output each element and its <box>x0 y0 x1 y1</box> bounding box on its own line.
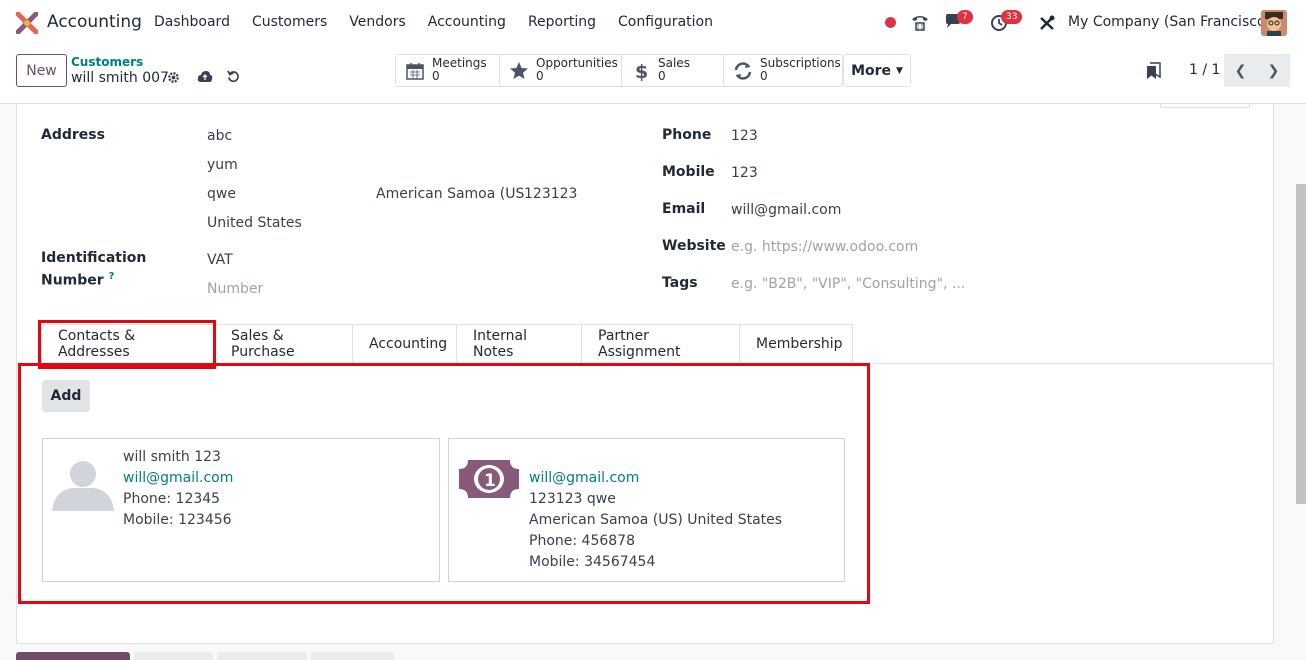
breadcrumb-current: will smith 007 <box>71 70 169 86</box>
bookmark-icon[interactable] <box>1146 62 1161 80</box>
tab-internal-notes[interactable]: Internal Notes <box>457 324 582 364</box>
discard-undo-icon[interactable] <box>227 70 240 83</box>
meetings-label: Meetings <box>432 56 487 70</box>
star-icon <box>510 62 528 79</box>
subscriptions-label: Subscriptions <box>760 56 841 70</box>
phone-icon[interactable] <box>910 12 930 32</box>
pager-next-button[interactable]: ❯ <box>1257 54 1290 87</box>
gear-icon[interactable] <box>167 71 180 84</box>
menu-customers[interactable]: Customers <box>252 14 327 30</box>
pager-value[interactable]: 1 / 1 <box>1189 62 1220 78</box>
menu-vendors[interactable]: Vendors <box>349 14 405 30</box>
tags-label: Tags <box>662 275 698 291</box>
control-panel: New Customers will smith 007 Meetings 0 <box>0 46 1306 104</box>
sales-button[interactable]: $ Sales 0 <box>622 55 724 86</box>
highlight-contacts-box <box>18 363 870 604</box>
help-tooltip-icon[interactable]: ? <box>109 271 115 282</box>
cloud-upload-icon[interactable] <box>197 70 213 83</box>
sales-label: Sales <box>658 56 690 70</box>
website-input[interactable]: e.g. https://www.odoo.com <box>731 239 918 255</box>
menu-dashboard[interactable]: Dashboard <box>154 14 230 30</box>
city-field[interactable]: qwe <box>207 186 236 202</box>
top-navbar: Accounting Dashboard Customers Vendors A… <box>0 0 1306 46</box>
main-menu: Dashboard Customers Vendors Accounting R… <box>154 14 735 30</box>
highlight-tab-box <box>38 320 216 369</box>
zip-field[interactable]: 123123 <box>524 186 577 202</box>
opportunities-count: 0 <box>536 69 544 83</box>
menu-configuration[interactable]: Configuration <box>618 14 713 30</box>
vat-number-input[interactable]: Number <box>207 281 263 297</box>
street2-field[interactable]: yum <box>207 157 238 173</box>
mobile-label: Mobile <box>662 164 715 180</box>
send-message-button[interactable] <box>16 652 130 660</box>
subscriptions-button[interactable]: Subscriptions 0 <box>724 55 842 86</box>
sales-count: 0 <box>658 69 666 83</box>
calendar-icon <box>406 63 424 80</box>
new-button[interactable]: New <box>16 54 67 87</box>
menu-reporting[interactable]: Reporting <box>528 14 596 30</box>
menu-accounting[interactable]: Accounting <box>428 14 506 30</box>
tab-partner-assignment[interactable]: Partner Assignment <box>582 324 740 364</box>
chevron-left-icon: ❮ <box>1234 62 1247 79</box>
avatar-frame <box>1160 104 1250 108</box>
vat-type-select[interactable]: VAT <box>207 252 233 268</box>
phone-label: Phone <box>662 127 712 143</box>
vertical-scrollbar[interactable] <box>1296 184 1306 504</box>
email-field[interactable]: will@gmail.com <box>731 202 841 218</box>
more-label: More <box>851 62 892 79</box>
tags-input[interactable]: e.g. "B2B", "VIP", "Consulting", ... <box>731 276 965 292</box>
country-field[interactable]: United States <box>207 215 302 231</box>
identification-label-line1: Identification <box>41 250 147 266</box>
user-face-icon <box>1261 10 1287 36</box>
dollar-icon: $ <box>635 61 648 81</box>
phone-field[interactable]: 123 <box>731 128 758 144</box>
user-avatar[interactable] <box>1261 10 1287 36</box>
refresh-icon <box>734 62 752 80</box>
app-name[interactable]: Accounting <box>47 12 142 32</box>
app-logo-icon[interactable] <box>16 12 38 34</box>
caret-down-icon: ▼ <box>896 65 903 76</box>
whatsapp-button[interactable] <box>217 652 307 660</box>
breadcrumb-customers[interactable]: Customers <box>71 55 143 69</box>
svg-text:$: $ <box>635 61 648 81</box>
smart-buttons: Meetings 0 Opportunities 0 $ Sales 0 Sub… <box>395 54 843 87</box>
opportunities-button[interactable]: Opportunities 0 <box>500 55 622 86</box>
state-field[interactable]: American Samoa (US <box>376 186 524 202</box>
opportunities-label: Opportunities <box>536 56 618 70</box>
email-label: Email <box>662 201 706 217</box>
tab-membership[interactable]: Membership <box>740 324 853 364</box>
address-label: Address <box>41 127 105 143</box>
mobile-field[interactable]: 123 <box>731 165 758 181</box>
activities-button[interactable] <box>311 652 394 660</box>
chatter-buttons <box>16 652 394 660</box>
activity-badge: 33 <box>1001 10 1023 24</box>
chevron-right-icon: ❯ <box>1267 62 1280 79</box>
log-note-button[interactable] <box>134 652 213 660</box>
chat-badge: 7 <box>957 10 973 24</box>
identification-label-text: Number <box>41 272 104 289</box>
pager-previous-button[interactable]: ❮ <box>1224 54 1257 87</box>
company-switcher[interactable]: My Company (San Francisco) <box>1068 14 1271 30</box>
meetings-button[interactable]: Meetings 0 <box>396 55 500 86</box>
more-dropdown[interactable]: More ▼ <box>843 54 911 87</box>
recording-dot-icon[interactable] <box>885 17 896 28</box>
tab-accounting[interactable]: Accounting <box>353 324 457 364</box>
tools-icon[interactable] <box>1038 14 1056 32</box>
identification-label-line2: Number ? <box>41 271 114 289</box>
subscriptions-count: 0 <box>760 69 768 83</box>
form-view: Address abc yum qwe American Samoa (US 1… <box>0 104 1306 660</box>
street-field[interactable]: abc <box>207 128 232 144</box>
meetings-count: 0 <box>432 69 440 83</box>
website-label: Website <box>662 238 726 254</box>
tab-sales-purchase[interactable]: Sales & Purchase <box>215 324 353 364</box>
